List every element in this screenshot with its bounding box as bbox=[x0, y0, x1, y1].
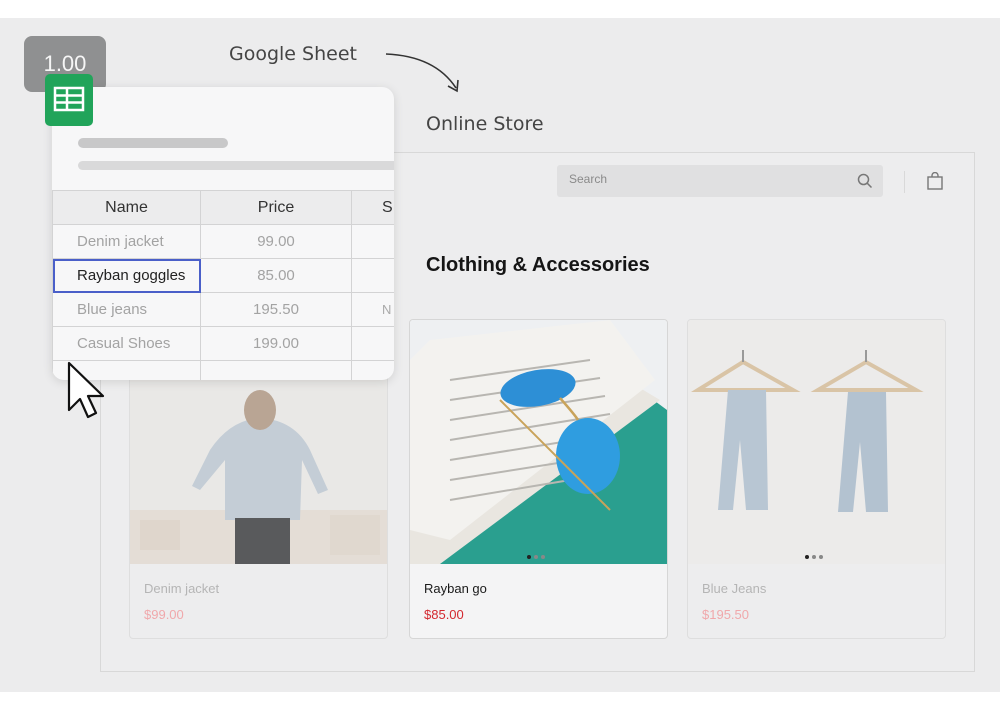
table-row: Rayban goggles 85.00 bbox=[52, 258, 394, 293]
header-row: Name Price S bbox=[52, 190, 394, 225]
caption-google-sheet: Google Sheet bbox=[229, 43, 357, 65]
product-price: $85.00 bbox=[424, 607, 464, 622]
cell-price[interactable]: 195.50 bbox=[200, 292, 352, 327]
product-name[interactable]: Denim jacket bbox=[144, 581, 219, 596]
column-header-name[interactable]: Name bbox=[52, 190, 201, 225]
placeholder-bar bbox=[78, 138, 228, 148]
shopping-bag-icon[interactable] bbox=[927, 172, 943, 190]
product-card-blue-jeans[interactable]: Blue Jeans $195.50 bbox=[687, 319, 946, 639]
image-carousel-dots[interactable] bbox=[527, 546, 548, 564]
header-divider bbox=[904, 171, 905, 193]
cell-name[interactable]: Denim jacket bbox=[52, 224, 201, 259]
caption-online-store: Online Store bbox=[426, 113, 544, 135]
product-card-rayban-goggles[interactable]: Rayban go $85.00 bbox=[409, 319, 668, 639]
placeholder-bar bbox=[78, 161, 394, 170]
search-input[interactable] bbox=[567, 171, 841, 187]
google-sheet-panel: Name Price S Denim jacket 99.00 Rayban g… bbox=[52, 87, 394, 380]
product-image-rayban-goggles bbox=[410, 320, 667, 564]
curved-arrow-icon bbox=[385, 53, 459, 93]
search-bar[interactable] bbox=[557, 165, 883, 197]
search-icon[interactable] bbox=[857, 173, 873, 189]
cell-name[interactable]: Blue jeans bbox=[52, 292, 201, 327]
column-header-3[interactable]: S bbox=[351, 190, 394, 225]
product-price: $99.00 bbox=[144, 607, 184, 622]
image-carousel-dots[interactable] bbox=[805, 546, 826, 564]
product-name[interactable]: Rayban go bbox=[424, 581, 487, 596]
cell-price[interactable]: 99.00 bbox=[200, 224, 352, 259]
google-sheets-icon bbox=[45, 74, 93, 126]
cell-extra[interactable]: N bbox=[351, 292, 394, 327]
mouse-cursor-icon bbox=[67, 361, 105, 419]
cell-price[interactable] bbox=[200, 360, 352, 380]
cell-extra[interactable] bbox=[351, 326, 394, 361]
cell-price[interactable]: 199.00 bbox=[200, 326, 352, 361]
column-header-price[interactable]: Price bbox=[200, 190, 352, 225]
cell-name-selected[interactable]: Rayban goggles bbox=[52, 258, 201, 293]
product-image-blue-jeans bbox=[688, 320, 945, 564]
cell-price[interactable]: 85.00 bbox=[200, 258, 352, 293]
cell-extra[interactable] bbox=[351, 360, 394, 380]
table-row: Denim jacket 99.00 bbox=[52, 224, 394, 259]
cell-name[interactable]: Casual Shoes bbox=[52, 326, 201, 361]
table-row: Blue jeans 195.50 N bbox=[52, 292, 394, 327]
sheet-grid: Name Price S Denim jacket 99.00 Rayban g… bbox=[52, 190, 394, 380]
product-price: $195.50 bbox=[702, 607, 749, 622]
table-row: Casual Shoes 199.00 bbox=[52, 326, 394, 361]
product-name[interactable]: Blue Jeans bbox=[702, 581, 766, 596]
cell-extra[interactable] bbox=[351, 258, 394, 293]
cell-extra[interactable] bbox=[351, 224, 394, 259]
store-category-title: Clothing & Accessories bbox=[426, 254, 650, 276]
